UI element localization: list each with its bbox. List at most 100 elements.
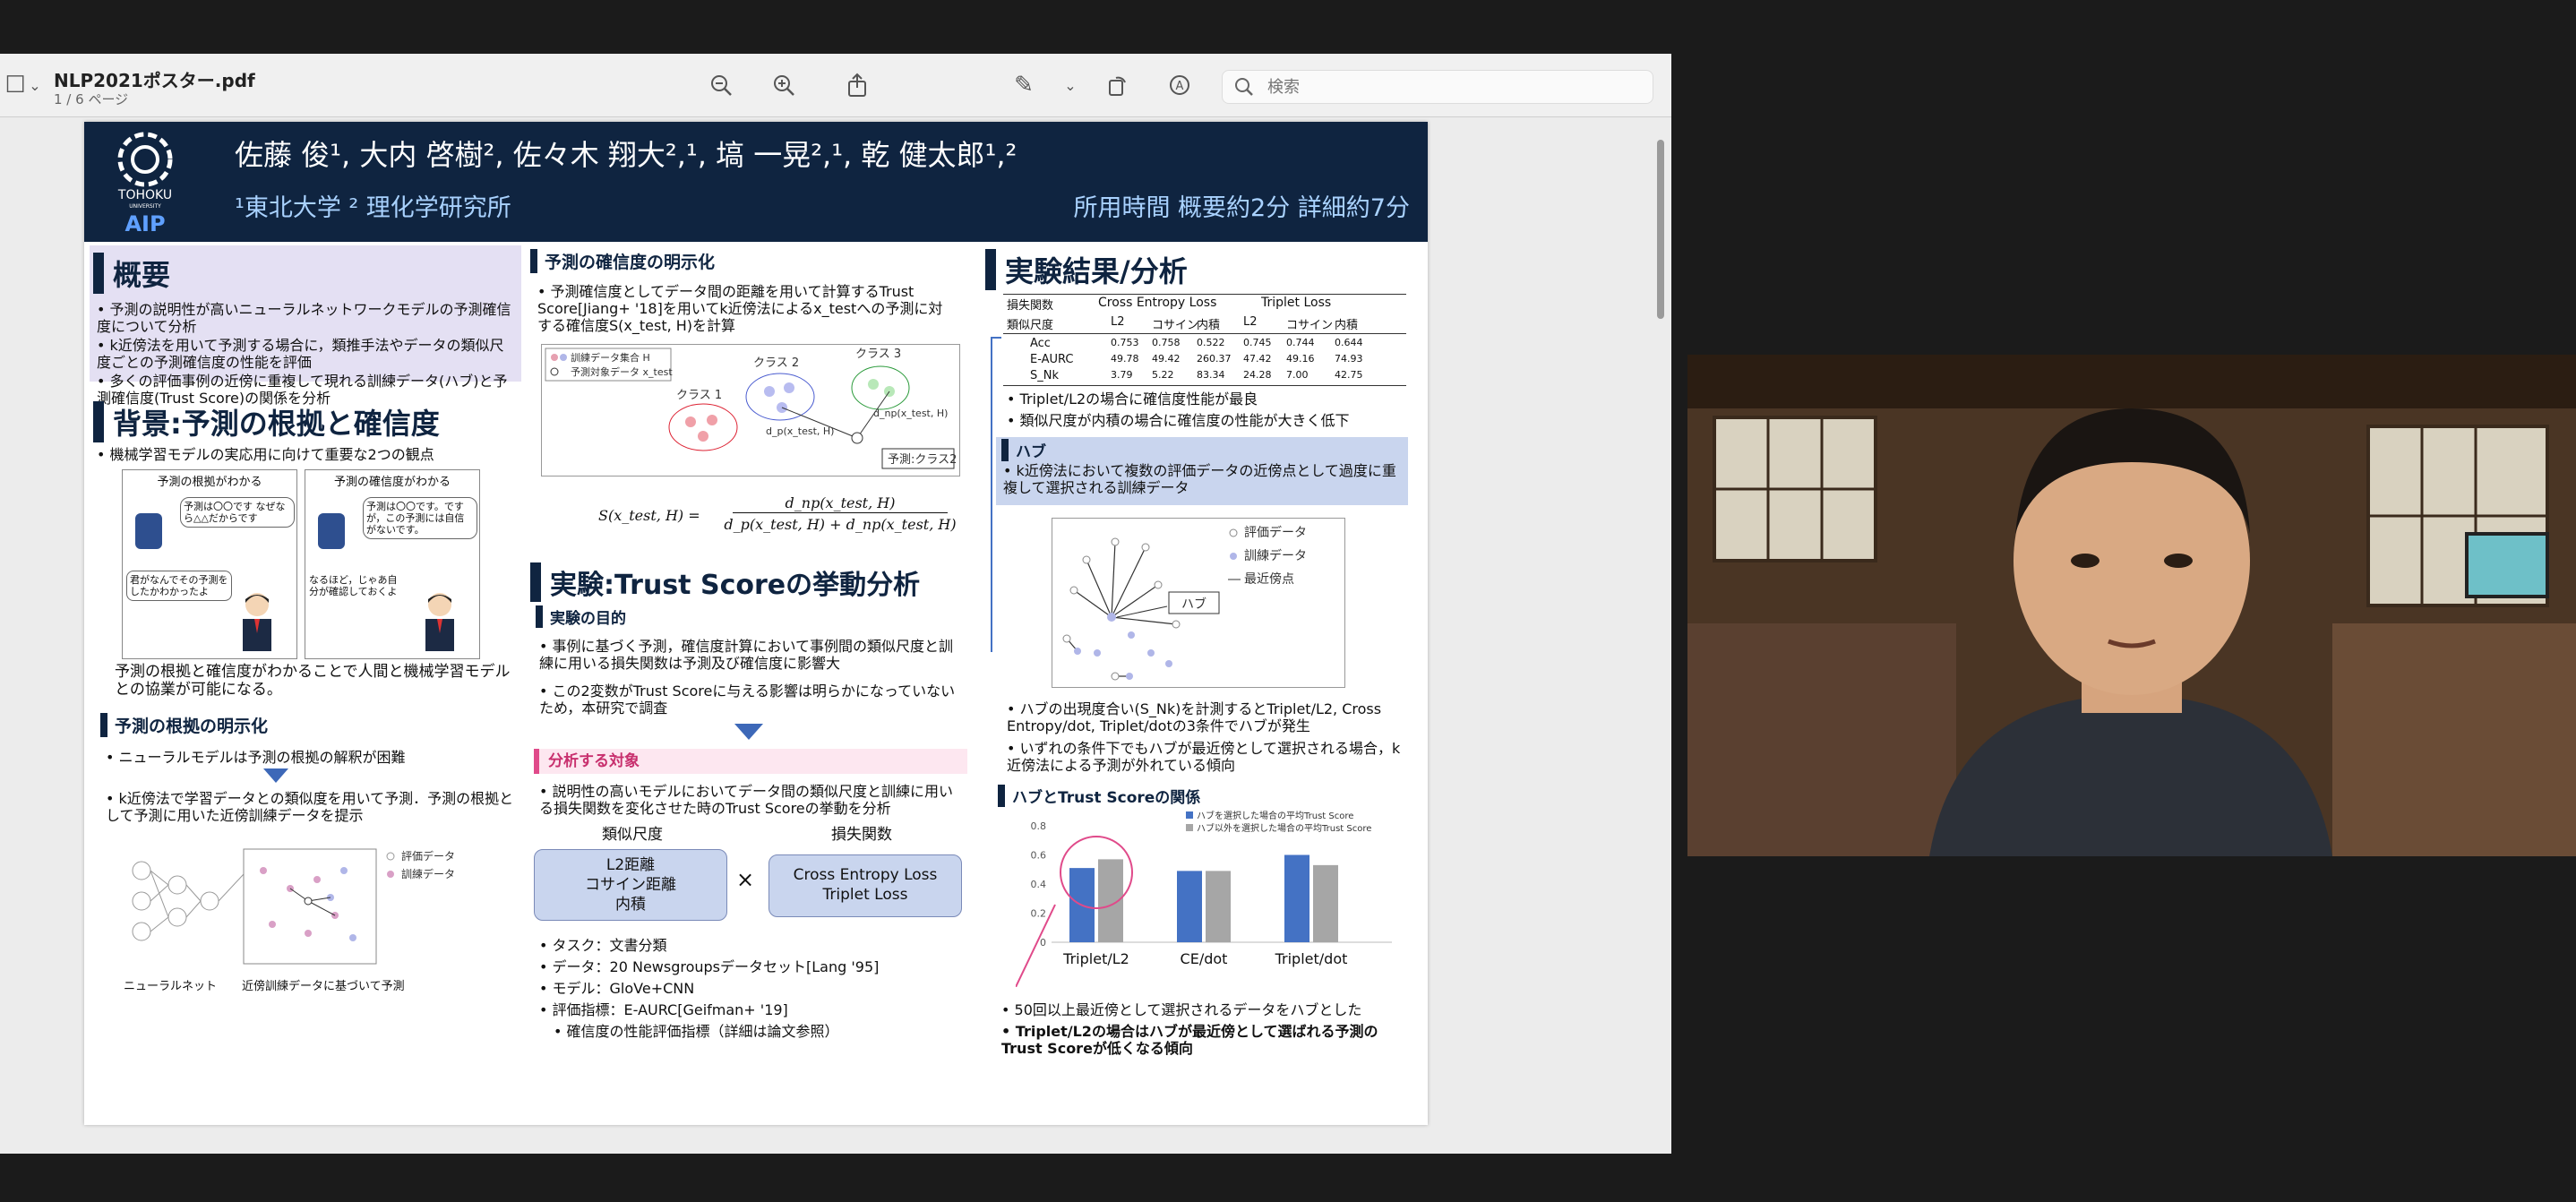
table-cell: 49.42: [1152, 353, 1181, 365]
pdf-page: TOHOKU UNIVERSITY AIP 佐藤 俊¹, 大内 啓樹², 佐々木…: [84, 122, 1428, 1125]
table-header: Triplet Loss: [1261, 296, 1332, 310]
sim-item: L2距離: [605, 856, 656, 874]
table-cell: 49.78: [1111, 353, 1139, 365]
logo-sub: UNIVERSITY: [129, 203, 161, 210]
table-cell: 42.75: [1335, 369, 1363, 381]
table-cell: 47.42: [1243, 353, 1272, 365]
table-cell: 49.16: [1286, 353, 1315, 365]
setting-item: • 評価指標：E-AURC[Geifman+ '19]: [539, 1001, 788, 1018]
background-summary: 予測の根拠と確信度がわかることで人間と機械学習モデルとの協業が可能になる。: [115, 663, 511, 699]
setting-item: • タスク：文書分類: [539, 937, 667, 954]
hub-diagram: ハブ 評価データ 訓練データ 最近傍点: [1052, 518, 1345, 688]
robot-icon: [318, 513, 345, 549]
note: • 50回以上最近傍として選択されるデータをハブとした: [1001, 1001, 1362, 1018]
y-tick-label: 0.2: [1031, 908, 1047, 920]
aip-logo: AIP: [125, 211, 165, 236]
rotate-icon[interactable]: [1102, 70, 1132, 100]
table-col-header: コサイン: [1286, 319, 1334, 332]
table-row-label: Acc: [1030, 337, 1051, 350]
caption-knn: 近傍訓練データに基づいて予測: [242, 980, 405, 993]
chevron-down-icon[interactable]: ⌄: [20, 70, 50, 100]
table-header: Cross Entropy Loss: [1098, 296, 1217, 310]
sim-item: 内積: [615, 896, 646, 914]
table-cell: 260.37: [1197, 353, 1232, 365]
target-title: 分析する対象: [548, 752, 640, 770]
panel-basis-reply: 君がなんでその予測をしたかわかったよ: [126, 571, 232, 601]
class2-label: クラス 2: [753, 356, 799, 370]
table-cell: 0.644: [1335, 337, 1363, 348]
overview-bullet: • 予測の説明性が高いニューラルネットワークモデルの予測確信度について分析: [97, 301, 511, 335]
x-tick-label: Triplet/dot: [1275, 950, 1348, 967]
bar: [1177, 871, 1202, 942]
panel-confidence-bubble: 予測は〇〇です。ですが，この予測には自信がないです。: [363, 497, 477, 539]
confidence-bullet: • 予測確信度としてデータ間の距離を用いて計算するTrust Score[Jia…: [537, 283, 943, 334]
loss-label: 損失関数: [831, 826, 892, 844]
finding: • Triplet/L2の場合に確信度性能が最良: [1007, 391, 1258, 408]
scrollbar-thumb[interactable]: [1657, 140, 1664, 319]
panel-confidence-title: 予測の確信度がわかる: [333, 476, 451, 489]
panel-confidence: 予測の確信度がわかる 予測は〇〇です。ですが，この予測には自信がないです。 なる…: [305, 469, 480, 659]
basis-title: 予測の根拠の明示化: [100, 713, 268, 737]
table-col-header: L2: [1111, 315, 1125, 329]
poster-header: TOHOKU UNIVERSITY AIP 佐藤 俊¹, 大内 啓樹², 佐々木…: [84, 122, 1428, 242]
poster-affiliations: ¹東北大学 ² 理化学研究所: [235, 194, 511, 222]
table-row-label: E-AURC: [1030, 353, 1074, 366]
person-icon: [420, 590, 459, 651]
hub-legend-train: 訓練データ: [1244, 548, 1307, 563]
trust-score-chart: 0 0.2 0.4 0.6 0.8 Triplet/L2 CE/dot Triplet/dot…: [1015, 808, 1410, 988]
background-title: 背景:予測の根拠と確信度: [93, 401, 440, 442]
annotate-icon[interactable]: A: [1164, 70, 1195, 100]
loss-item: Triplet Loss: [822, 886, 908, 904]
sim-item: コサイン距離: [585, 876, 676, 894]
target-title-box: 分析する対象: [534, 749, 967, 774]
hub-finding: • ハブの出現度合い(S_Nk)を計測するとTriplet/L2, Cross …: [1007, 700, 1382, 734]
class1-label: クラス 1: [676, 389, 722, 402]
zoom-in-icon[interactable]: [769, 70, 799, 100]
table-cell: 7.00: [1286, 369, 1309, 381]
results-title: 実験結果/分析: [985, 249, 1188, 290]
y-tick-label: 0: [1040, 937, 1046, 949]
legend-swatch: [1186, 811, 1193, 819]
caption-nn: ニューラルネット: [124, 980, 218, 993]
setting-item: • データ：20 Newsgroupsデータセット[Lang '95]: [539, 958, 880, 975]
panel-confidence-reply: なるほど，じゃあ自分が確認しておくよ: [309, 574, 398, 597]
knn-illustration: 評価データ 訓練データ: [129, 844, 514, 969]
hub-bullet: • k近傍法において複数の評価データの近傍点として過度に重複して選択される訓練デ…: [1003, 462, 1396, 496]
logo-text: TOHOKU: [117, 188, 172, 202]
table-header: 類似尺度: [1007, 319, 1054, 332]
legend-eval: 評価データ: [401, 849, 455, 863]
zoom-out-icon[interactable]: [706, 70, 736, 100]
hub-legend-nn: 最近傍点: [1244, 571, 1294, 587]
background-bullet: • 機械学習モデルの実応用に向けて重要な2つの観点: [97, 446, 434, 463]
y-tick-label: 0.6: [1031, 850, 1047, 862]
markup-pen-icon[interactable]: ✎: [1009, 70, 1039, 100]
table-cell: 0.522: [1197, 337, 1225, 348]
poster-authors: 佐藤 俊¹, 大内 啓樹², 佐々木 翔大²,¹, 塙 一晃²,¹, 乾 健太郎…: [235, 138, 1018, 172]
table-cell: 83.34: [1197, 369, 1225, 381]
search-box[interactable]: [1222, 70, 1653, 104]
table-cell: 24.28: [1243, 369, 1272, 381]
share-icon[interactable]: [842, 70, 872, 100]
purpose-bullet: • この2変数がTrust Scoreに与える影響は明らかになっていないため，本…: [539, 683, 956, 717]
formula-numerator: d_np(x_test, H): [733, 494, 948, 513]
table-col-header: コサイン: [1152, 319, 1199, 332]
panel-basis: 予測の根拠がわかる 予測は〇〇です なぜなら△△だからです 君がなんでその予測を…: [122, 469, 297, 659]
search-icon: [1233, 76, 1255, 101]
webcam-scene: [1687, 355, 2576, 856]
legend-swatch: [1186, 824, 1193, 831]
experiment-title: 実験:Trust Scoreの挙動分析: [530, 562, 920, 602]
x-tick-label: CE/dot: [1181, 950, 1228, 967]
hub-legend-eval: 評価データ: [1244, 525, 1307, 540]
legend-label: ハブ以外を選択した場合の平均Trust Score: [1197, 822, 1371, 834]
table-cell: 0.753: [1111, 337, 1139, 348]
table-row-label: S_Nk: [1030, 369, 1060, 382]
bar: [1206, 871, 1231, 942]
table-cell: 0.745: [1243, 337, 1272, 348]
target-bullet: • 説明性の高いモデルにおいてデータ間の類似尺度と訓練に用いる損失関数を変化させ…: [539, 783, 954, 817]
trust-score-diagram: 訓練データ集合 H 予測対象データ x_test クラス 1 クラス 2 クラス…: [541, 344, 960, 477]
dp-label: d_p(x_test, H): [766, 425, 834, 437]
dnp-label: d_np(x_test, H): [873, 408, 948, 419]
chevron-down-icon[interactable]: ⌄: [1055, 70, 1086, 100]
search-input[interactable]: [1266, 74, 1627, 99]
class3-label: クラス 3: [855, 348, 901, 361]
